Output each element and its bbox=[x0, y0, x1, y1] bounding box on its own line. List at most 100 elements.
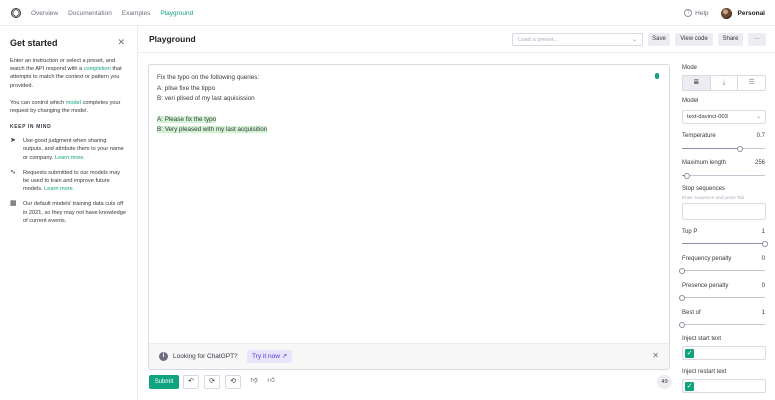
presence-penalty-value[interactable]: 0 bbox=[762, 283, 765, 289]
page-title: Playground bbox=[149, 34, 196, 44]
close-banner-icon[interactable]: ✕ bbox=[652, 351, 659, 360]
inject-start-label: Inject start text bbox=[682, 336, 722, 342]
regenerate-button[interactable]: ⟳ bbox=[204, 375, 220, 389]
inject-start-field[interactable]: ✓ bbox=[682, 346, 766, 360]
calendar-icon: ▦ bbox=[10, 200, 17, 208]
model-text: You can control which model completes yo… bbox=[10, 99, 127, 115]
chevron-down-icon: ⌄ bbox=[631, 37, 637, 43]
max-length-value[interactable]: 256 bbox=[755, 160, 765, 166]
inject-restart-checkbox[interactable]: ✓ bbox=[685, 382, 694, 391]
thumbs-up-button[interactable]: 👍︎ bbox=[263, 375, 279, 389]
preset-select[interactable]: Load a preset... ⌄ bbox=[512, 33, 643, 46]
temperature-label: Temperature bbox=[682, 133, 716, 139]
frequency-penalty-value[interactable]: 0 bbox=[762, 256, 765, 262]
model-label: Model bbox=[682, 98, 699, 104]
account-name[interactable]: Personal bbox=[738, 10, 765, 17]
keep-in-mind-heading: KEEP IN MIND bbox=[10, 124, 52, 131]
top-p-value[interactable]: 1 bbox=[762, 229, 765, 235]
get-started-panel: Get started ✕ Enter an instruction or se… bbox=[0, 26, 138, 400]
complete-mode-icon: ≣ bbox=[693, 79, 700, 86]
send-icon: ➤ bbox=[10, 137, 16, 145]
best-of-slider[interactable] bbox=[679, 321, 765, 328]
prompt-line: A: plise fixe the tippo bbox=[157, 84, 216, 92]
model-select[interactable]: text-davinci-003 ⌄ bbox=[682, 110, 766, 124]
chatgpt-banner: i Looking for ChatGPT? Try it now ↗ ✕ bbox=[149, 343, 669, 369]
close-panel-icon[interactable]: ✕ bbox=[117, 37, 125, 48]
list-item: ▦ Our default models' training data cuts… bbox=[10, 200, 127, 225]
inject-start-checkbox[interactable]: ✓ bbox=[685, 349, 694, 358]
preset-placeholder: Load a preset... bbox=[518, 37, 559, 43]
mode-complete-button[interactable]: ≣ bbox=[683, 76, 711, 90]
undo-button[interactable]: ↶ bbox=[183, 375, 199, 389]
external-link-icon: ↗ bbox=[281, 353, 288, 360]
microphone-icon[interactable] bbox=[655, 73, 659, 79]
stop-sequences-input[interactable] bbox=[682, 203, 766, 220]
prompt-editor[interactable]: Fix the typo on the following queries: A… bbox=[148, 64, 670, 370]
presence-penalty-slider[interactable] bbox=[679, 294, 765, 301]
share-button[interactable]: Share bbox=[718, 33, 743, 46]
stop-sequences-label: Stop sequences bbox=[682, 186, 726, 192]
nav-examples[interactable]: Examples bbox=[122, 10, 151, 17]
max-length-label: Maximum length bbox=[682, 160, 727, 166]
thumbs-down-button[interactable]: 👎︎ bbox=[246, 375, 262, 389]
stop-sequences-hint: Enter sequence and press Tab bbox=[682, 195, 745, 200]
top-p-label: Top P bbox=[682, 229, 698, 235]
completion-line: B: Very pleased with my last acquisition bbox=[157, 126, 268, 133]
temperature-slider[interactable] bbox=[682, 145, 765, 152]
openai-logo-icon[interactable] bbox=[10, 7, 22, 19]
slider-thumb[interactable] bbox=[679, 294, 685, 301]
frequency-penalty-slider[interactable] bbox=[679, 267, 765, 274]
mode-insert-button[interactable]: ⤓ bbox=[711, 76, 739, 90]
inject-restart-field[interactable]: ✓ bbox=[682, 379, 766, 393]
best-of-value[interactable]: 1 bbox=[762, 310, 765, 316]
save-button[interactable]: Save bbox=[648, 33, 670, 46]
nav-overview[interactable]: Overview bbox=[31, 10, 58, 17]
playground-header: Playground Load a preset... ⌄ Save View … bbox=[138, 26, 775, 53]
view-code-button[interactable]: View code bbox=[675, 33, 713, 46]
history-icon: ⟲ bbox=[230, 378, 236, 385]
editor-text[interactable]: Fix the typo on the following queries: A… bbox=[157, 73, 268, 136]
avatar[interactable] bbox=[720, 7, 732, 19]
undo-icon: ↶ bbox=[188, 378, 194, 385]
completion-link[interactable]: completion bbox=[84, 66, 111, 72]
slider-thumb[interactable] bbox=[737, 145, 744, 152]
nav-playground[interactable]: Playground bbox=[160, 10, 193, 17]
panel-title: Get started bbox=[10, 38, 58, 48]
info-icon: i bbox=[159, 352, 168, 361]
max-length-slider[interactable] bbox=[682, 172, 765, 179]
try-it-now-label: Try it now bbox=[252, 353, 280, 360]
temperature-value[interactable]: 0.7 bbox=[757, 133, 765, 139]
help-icon: ? bbox=[684, 9, 693, 17]
nav-documentation[interactable]: Documentation bbox=[68, 10, 112, 17]
list-item: ➤ Use good judgment when sharing outputs… bbox=[10, 137, 127, 162]
banner-text: Looking for ChatGPT? bbox=[173, 353, 238, 360]
list-item: ∿ Requests submitted to our models may b… bbox=[10, 169, 127, 194]
help-label: Help bbox=[695, 9, 709, 17]
completion-line: A: Please fix the typo bbox=[157, 115, 217, 123]
mode-edit-button[interactable]: ☰ bbox=[738, 76, 765, 90]
inject-restart-label: Inject restart text bbox=[682, 369, 727, 375]
model-link[interactable]: model bbox=[66, 100, 81, 106]
slider-fill bbox=[682, 243, 765, 244]
try-it-now-button[interactable]: Try it now ↗ bbox=[247, 350, 293, 363]
top-p-slider[interactable] bbox=[682, 240, 768, 247]
insert-mode-icon: ⤓ bbox=[722, 79, 726, 86]
slider-thumb[interactable] bbox=[762, 240, 768, 247]
best-of-label: Best of bbox=[682, 310, 701, 316]
mode-selector: ≣ ⤓ ☰ bbox=[682, 75, 766, 91]
slider-thumb[interactable] bbox=[679, 267, 685, 274]
model-value: text-davinci-003 bbox=[687, 114, 728, 120]
learn-more-link[interactable]: Learn more. bbox=[55, 155, 85, 161]
submit-button[interactable]: Submit bbox=[149, 375, 179, 389]
more-options-button[interactable]: ··· bbox=[748, 33, 766, 46]
edit-mode-icon: ☰ bbox=[748, 79, 755, 86]
model-text-start: You can control which bbox=[10, 99, 66, 106]
slider-thumb[interactable] bbox=[679, 321, 685, 328]
learn-more-link[interactable]: Learn more. bbox=[44, 186, 74, 192]
slider-thumb[interactable] bbox=[683, 172, 690, 179]
regenerate-icon: ⟳ bbox=[209, 378, 215, 385]
thumbs-up-icon: 👍︎ bbox=[267, 377, 275, 384]
history-button[interactable]: ⟲ bbox=[225, 375, 241, 389]
help-button[interactable]: ? Help bbox=[684, 9, 709, 17]
prompt-line: B: veri plised of my last aquisission bbox=[157, 95, 255, 102]
